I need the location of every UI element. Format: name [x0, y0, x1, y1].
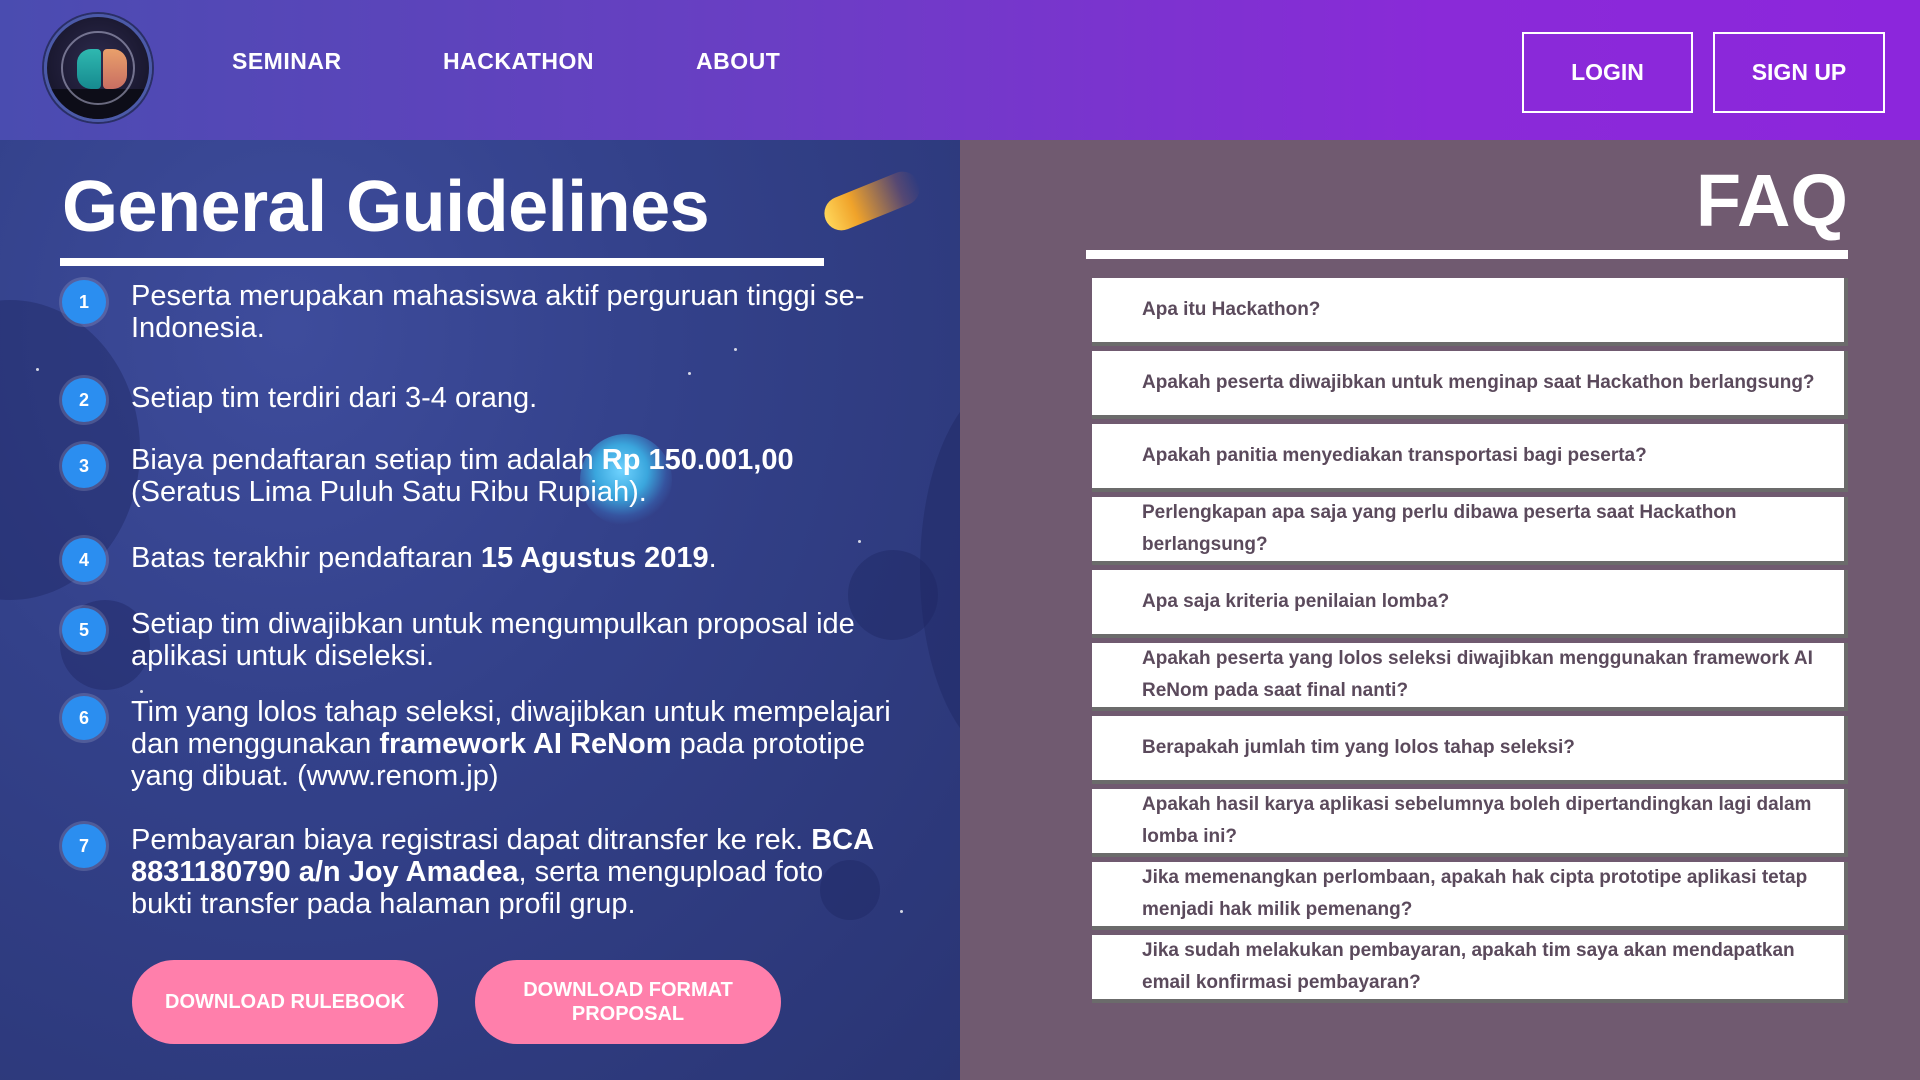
- guidelines-title: General Guidelines: [62, 167, 710, 247]
- faq-divider: [1086, 250, 1848, 259]
- guideline-number: 5: [62, 608, 106, 652]
- background-blob: [920, 380, 960, 760]
- title-divider: [60, 258, 824, 266]
- star: [140, 690, 143, 693]
- faq-item[interactable]: Apakah peserta yang lolos seleksi diwaji…: [1092, 643, 1848, 711]
- guideline-text: Tim yang lolos tahap seleksi, diwajibkan…: [131, 696, 891, 792]
- star: [688, 372, 691, 375]
- star: [36, 368, 39, 371]
- guideline-text: Setiap tim diwajibkan untuk mengumpulkan…: [131, 608, 855, 672]
- guideline-number: 4: [62, 538, 106, 582]
- faq-panel: FAQ Apa itu Hackathon? Apakah peserta di…: [960, 140, 1920, 1080]
- guideline-text: Setiap tim terdiri dari 3-4 orang.: [131, 382, 538, 414]
- brain-icon-left: [77, 49, 101, 89]
- guideline-text-part: Batas terakhir pendaftaran: [131, 542, 481, 574]
- guideline-text-part: (Seratus Lima Puluh Satu Ribu Rupiah).: [131, 476, 647, 508]
- nav-link-seminar[interactable]: SEMINAR: [232, 48, 342, 75]
- login-button[interactable]: LOGIN: [1522, 32, 1693, 113]
- nav-link-about[interactable]: ABOUT: [696, 48, 780, 75]
- faq-title: FAQ: [1695, 159, 1848, 242]
- logo[interactable]: [44, 14, 152, 122]
- faq-item[interactable]: Apakah panitia menyediakan transportasi …: [1092, 424, 1848, 492]
- guideline-text: Batas terakhir pendaftaran 15 Agustus 20…: [131, 542, 891, 574]
- guidelines-panel: General Guidelines 1 Peserta merupakan m…: [0, 140, 960, 1080]
- guideline-text-part: .: [708, 542, 717, 574]
- guideline-number: 7: [62, 824, 106, 868]
- faq-item[interactable]: Jika sudah melakukan pembayaran, apakah …: [1092, 935, 1848, 1003]
- star: [900, 910, 903, 913]
- faq-item[interactable]: Apa saja kriteria penilaian lomba?: [1092, 570, 1848, 638]
- guideline-text-bold: 15 Agustus 2019: [480, 542, 709, 574]
- guideline-text-part: Biaya pendaftaran setiap tim adalah: [131, 444, 602, 476]
- guideline-text: Pembayaran biaya registrasi dapat ditran…: [131, 824, 891, 920]
- navbar: SEMINAR HACKATHON ABOUT LOGIN SIGN UP: [0, 0, 1920, 140]
- faq-item[interactable]: Apa itu Hackathon?: [1092, 278, 1848, 346]
- guideline-text-part: Pembayaran biaya registrasi dapat ditran…: [131, 824, 812, 856]
- guideline-number: 1: [62, 280, 106, 324]
- faq-item[interactable]: Apakah hasil karya aplikasi sebelumnya b…: [1092, 789, 1848, 857]
- guideline-text-bold: framework AI ReNom: [379, 728, 672, 760]
- star: [734, 348, 737, 351]
- guideline-number: 2: [62, 378, 106, 422]
- faq-item[interactable]: Perlengkapan apa saja yang perlu dibawa …: [1092, 497, 1848, 565]
- signup-button[interactable]: SIGN UP: [1713, 32, 1885, 113]
- faq-item[interactable]: Jika memenangkan perlombaan, apakah hak …: [1092, 862, 1848, 930]
- guideline-text: Biaya pendaftaran setiap tim adalah Rp 1…: [131, 444, 891, 508]
- guideline-number: 3: [62, 444, 106, 488]
- brain-icon-right: [103, 49, 127, 89]
- faq-item[interactable]: Berapakah jumlah tim yang lolos tahap se…: [1092, 716, 1848, 784]
- nav-link-hackathon[interactable]: HACKATHON: [443, 48, 594, 75]
- guideline-text: Peserta merupakan mahasiswa aktif pergur…: [131, 280, 865, 344]
- faq-item[interactable]: Apakah peserta diwajibkan untuk menginap…: [1092, 351, 1848, 419]
- comet-decoration: [819, 166, 925, 236]
- guideline-number: 6: [62, 696, 106, 740]
- guideline-text-bold: Rp 150.001,00: [601, 444, 794, 476]
- download-rulebook-button[interactable]: DOWNLOAD RULEBOOK: [132, 960, 438, 1044]
- download-proposal-button[interactable]: DOWNLOAD FORMAT PROPOSAL: [475, 960, 781, 1044]
